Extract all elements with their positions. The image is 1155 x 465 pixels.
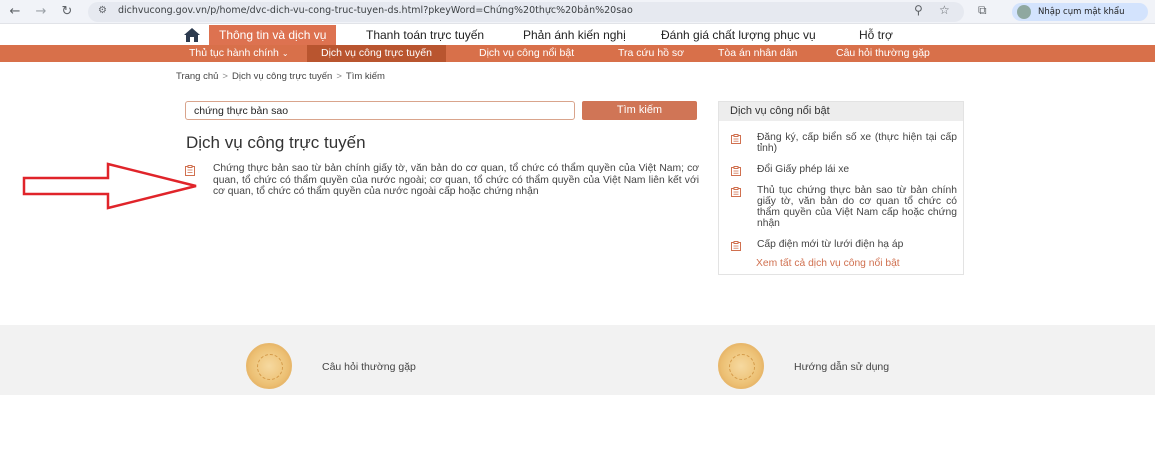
breadcrumb-home[interactable]: Trang chủ [176, 71, 218, 82]
address-bar[interactable]: ⚙ dichvucong.gov.vn/p/home/dvc-dich-vu-c… [88, 2, 964, 22]
bookmark-star-icon[interactable]: ☆ [939, 3, 950, 17]
breadcrumb-online-services[interactable]: Dịch vụ công trực tuyến [232, 71, 332, 82]
document-icon [731, 187, 741, 197]
subnav-item-procedures[interactable]: Thủ tục hành chính ⌄ [189, 45, 289, 62]
browser-toolbar: ← → ↻ ⚙ dichvucong.gov.vn/p/home/dvc-dic… [0, 0, 1155, 24]
emblem-icon [718, 343, 764, 389]
footer-guide-link[interactable]: Hướng dẫn sử dụng [794, 361, 889, 373]
featured-item-label[interactable]: Đăng ký, cấp biển số xe (thực hiện tại c… [757, 132, 957, 154]
result-link[interactable]: Chứng thực bản sao từ bản chính giấy tờ,… [213, 163, 699, 198]
avatar [1017, 5, 1031, 19]
sub-navigation: Thủ tục hành chính ⌄ Dịch vụ công trực t… [0, 45, 1155, 62]
nav-item-support[interactable]: Hỗ trợ [859, 25, 893, 45]
breadcrumb-separator: > [336, 71, 342, 82]
back-icon[interactable]: ← [6, 3, 24, 21]
emblem-icon [246, 343, 292, 389]
document-icon [731, 166, 741, 176]
forward-icon[interactable]: → [32, 3, 50, 21]
breadcrumb: Trang chủ > Dịch vụ công trực tuyến > Tìm ki… [176, 71, 385, 82]
subnav-item-lookup[interactable]: Tra cứu hồ sơ [618, 45, 684, 62]
url-text[interactable]: dichvucong.gov.vn/p/home/dvc-dich-vu-con… [118, 5, 633, 16]
page-title: Dịch vụ công trực tuyến [186, 133, 366, 152]
featured-services-panel: Dịch vụ công nổi bật Đăng ký, cấp biển s… [718, 101, 964, 275]
chevron-down-icon: ⌄ [281, 49, 289, 58]
subnav-item-online-services[interactable]: Dịch vụ công trực tuyến [307, 45, 446, 62]
nav-item-info-services[interactable]: Thông tin và dịch vụ [209, 25, 337, 45]
panel-title: Dịch vụ công nổi bật [719, 102, 963, 121]
featured-item-label[interactable]: Cấp điện mới từ lưới điện hạ áp [757, 239, 957, 250]
nav-item-online-payment[interactable]: Thanh toán trực tuyến [366, 25, 484, 45]
search-button[interactable]: Tìm kiếm [582, 101, 697, 120]
subnav-item-faq[interactable]: Câu hỏi thường gặp [836, 45, 930, 62]
featured-item-label[interactable]: Thủ tục chứng thực bản sao từ bản chính … [757, 185, 957, 229]
footer-links: Câu hỏi thường gặp Hướng dẫn sử dụng [0, 325, 1155, 395]
nav-item-feedback[interactable]: Phản ánh kiến nghị [523, 25, 626, 45]
see-all-link[interactable]: Xem tất cả dịch vụ công nổi bật [756, 258, 900, 269]
reload-icon[interactable]: ↻ [58, 3, 76, 21]
nav-item-service-rating[interactable]: Đánh giá chất lượng phục vụ [661, 25, 816, 45]
extensions-icon[interactable]: ⧉ [978, 3, 987, 18]
search-input[interactable] [185, 101, 575, 120]
subnav-item-court[interactable]: Tòa án nhân dân [718, 45, 797, 62]
subnav-item-featured-services[interactable]: Dịch vụ công nổi bật [479, 45, 574, 62]
breadcrumb-current: Tìm kiếm [345, 71, 385, 82]
document-icon [731, 241, 741, 251]
site-info-icon[interactable]: ⚙ [98, 5, 107, 16]
zoom-icon[interactable]: ⚲ [914, 3, 923, 17]
subnav-item-procedures-label: Thủ tục hành chính [189, 47, 279, 59]
profile-label: Nhập cụm mật khẩu [1038, 7, 1125, 17]
footer-faq-link[interactable]: Câu hỏi thường gặp [322, 361, 416, 373]
featured-item-label[interactable]: Đổi Giấy phép lái xe [757, 164, 957, 175]
profile-button[interactable]: Nhập cụm mật khẩu [1012, 3, 1148, 21]
annotation-arrow-icon [22, 162, 197, 210]
main-navigation: Thông tin và dịch vụ Thanh toán trực tuy… [0, 25, 1155, 45]
document-icon [731, 134, 741, 144]
breadcrumb-separator: > [222, 71, 228, 82]
home-icon[interactable] [183, 27, 201, 43]
